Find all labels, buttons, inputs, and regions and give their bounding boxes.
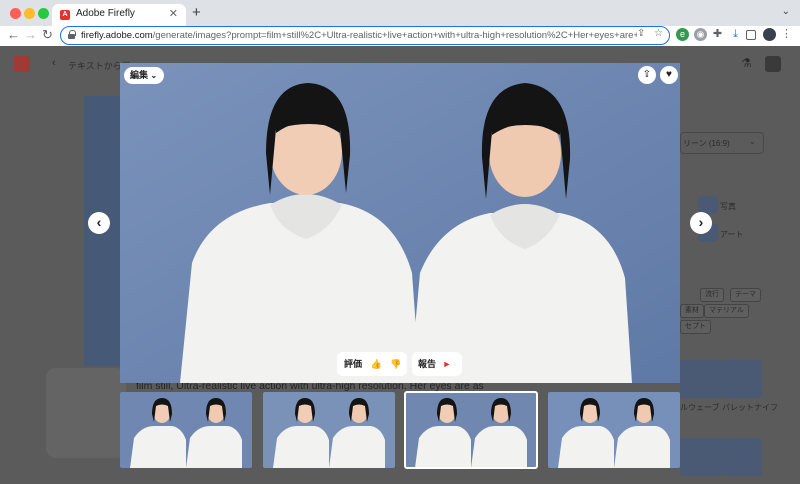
chevron-right-icon[interactable]: › (690, 212, 712, 234)
window-close-button[interactable] (10, 8, 21, 19)
profile-avatar[interactable] (763, 28, 776, 41)
style-thumb-label: パレットナイフ (722, 403, 778, 412)
rate-control: 評価 👍 👎 (337, 352, 407, 376)
new-tab-button[interactable]: + (192, 4, 201, 21)
edit-label: 編集 (130, 70, 149, 80)
style-chip[interactable]: テーマ (730, 288, 761, 302)
flag-icon: ► (442, 359, 452, 369)
puzzle-icon[interactable]: ✚ (711, 28, 724, 41)
thumbnail-image (263, 392, 395, 468)
tab-search-icon[interactable]: ⌄ (782, 6, 790, 17)
style-thumb[interactable] (680, 438, 722, 476)
style-thumb[interactable] (720, 438, 762, 476)
browser-toolbar: ← → ↻ firefly.adobe.com/generate/images?… (0, 26, 800, 46)
thumbs-down-icon[interactable]: 👎 (390, 359, 401, 369)
more-menu-icon[interactable]: ⋮ (780, 28, 793, 41)
window-zoom-button[interactable] (38, 8, 49, 19)
user-avatar[interactable] (765, 56, 781, 72)
back-chevron-icon[interactable]: ‹ (52, 57, 56, 69)
style-thumb-label: ルウェーブ (680, 403, 720, 412)
photo-type-label: 写真 (720, 202, 736, 211)
style-chip[interactable]: マテリアル (704, 304, 749, 318)
style-chip[interactable]: 素材 (680, 304, 704, 318)
browser-tab[interactable]: A Adobe Firefly ✕ (52, 4, 186, 26)
image-thumbnail[interactable] (548, 392, 680, 468)
share-icon[interactable]: ⇪ (638, 66, 656, 84)
aspect-ratio-dropdown[interactable]: リーン (16:9) ⌄ (680, 132, 764, 154)
tab-close-icon[interactable]: ✕ (169, 7, 178, 20)
style-chip[interactable]: セプト (680, 320, 711, 334)
image-thumbnail[interactable] (263, 392, 395, 468)
portrait-image (120, 63, 680, 383)
prompt-thumbnail-box (46, 368, 126, 458)
style-chip[interactable]: 流行 (700, 288, 724, 302)
firefly-logo-icon (14, 56, 30, 72)
thumbnail-image (120, 392, 252, 468)
flask-icon[interactable]: ⚗ (741, 56, 752, 70)
side-panel-icon[interactable] (746, 30, 756, 40)
address-bar[interactable]: firefly.adobe.com/generate/images?prompt… (60, 26, 670, 45)
tab-title: Adobe Firefly (76, 8, 135, 19)
extension-icon[interactable]: ◉ (694, 28, 707, 41)
heart-icon[interactable]: ♥ (660, 66, 678, 84)
chevron-down-icon: ⌄ (749, 137, 756, 146)
share-page-icon[interactable]: ⇪ (637, 28, 645, 39)
image-thumbnail[interactable] (120, 392, 252, 468)
art-type-label: アート (720, 230, 744, 239)
edit-button[interactable]: 編集 ⌄ (124, 67, 164, 84)
report-button[interactable]: 報告 ► (412, 352, 462, 376)
window-minimize-button[interactable] (24, 8, 35, 19)
lock-icon[interactable] (68, 30, 76, 39)
image-thumbnail-selected[interactable] (404, 391, 538, 469)
thumbnail-image (548, 392, 680, 468)
chevron-down-icon: ⌄ (150, 71, 158, 80)
style-thumb[interactable] (680, 360, 722, 398)
report-label: 報告 (418, 359, 437, 369)
rate-label: 評価 (344, 359, 363, 369)
evernote-extension-icon[interactable]: e (676, 28, 689, 41)
adobe-favicon-icon: A (60, 10, 70, 20)
style-thumb[interactable] (720, 360, 762, 398)
reload-icon[interactable]: ↻ (42, 27, 53, 43)
thumbnail-image (405, 392, 537, 468)
thumbs-up-icon[interactable]: 👍 (371, 359, 382, 369)
forward-arrow-icon[interactable]: → (24, 27, 37, 42)
download-icon[interactable]: ⤓ (729, 28, 742, 41)
generated-image (120, 63, 680, 383)
url-text[interactable]: firefly.adobe.com/generate/images?prompt… (81, 30, 637, 41)
bookmark-star-icon[interactable]: ☆ (654, 28, 663, 39)
tab-strip: A Adobe Firefly ✕ + ⌄ (0, 0, 800, 26)
chevron-left-icon[interactable]: ‹ (88, 212, 110, 234)
back-arrow-icon[interactable]: ← (7, 27, 20, 42)
